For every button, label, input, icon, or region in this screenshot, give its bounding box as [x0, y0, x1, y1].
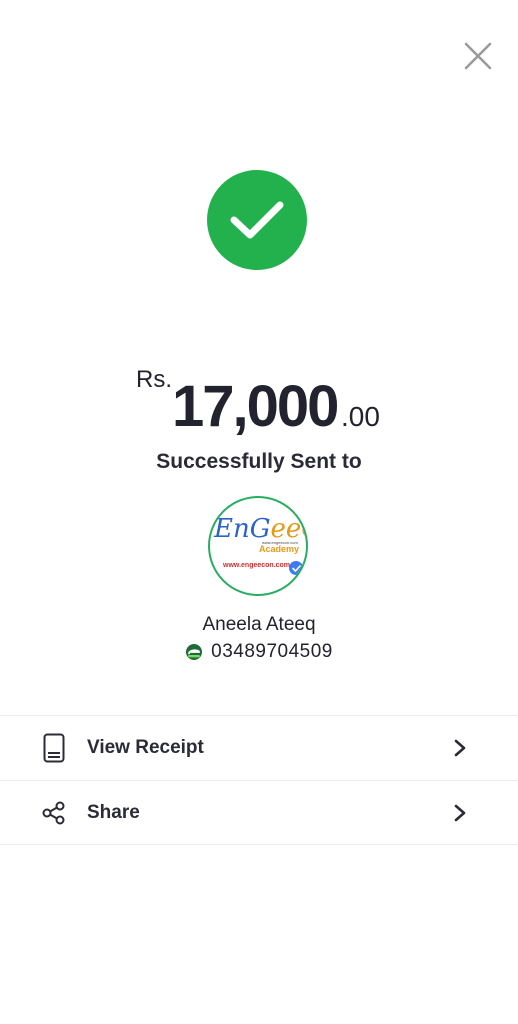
- chevron-right-icon: [450, 736, 470, 760]
- amount-display: Rs. 17,000 .00: [0, 366, 518, 446]
- view-receipt-button[interactable]: View Receipt: [0, 716, 518, 780]
- close-icon: [464, 42, 492, 70]
- share-button[interactable]: Share: [0, 781, 518, 845]
- recipient-name: Aneela Ateeq: [202, 614, 316, 635]
- amount-decimal: .00: [341, 401, 380, 432]
- status-text: Successfully Sent to: [156, 450, 362, 473]
- amount-value: 17,000: [172, 374, 339, 439]
- logo-site: www.engeecon.com: [223, 562, 291, 569]
- currency-label: Rs.: [136, 366, 172, 393]
- recipient-phone-row: 03489704509: [0, 641, 518, 663]
- receipt-icon: [40, 732, 68, 764]
- check-icon: [230, 201, 284, 239]
- recipient-phone: 03489704509: [211, 641, 333, 662]
- share-icon: [40, 797, 68, 829]
- share-label: Share: [87, 802, 140, 823]
- view-receipt-label: View Receipt: [87, 737, 204, 758]
- recipient-avatar: EnGeeCon www.engeecon.com Academy www.en…: [208, 496, 308, 596]
- divider: [0, 844, 518, 845]
- success-badge: [207, 170, 307, 270]
- logo-academy: Academy: [259, 544, 300, 554]
- close-button[interactable]: [458, 36, 498, 76]
- payment-success-screen: Rs. 17,000 .00 Successfully Sent to EnGe…: [0, 0, 518, 1024]
- chevron-right-icon: [450, 801, 470, 825]
- verified-badge-icon: [289, 561, 303, 575]
- wallet-icon: [186, 644, 203, 660]
